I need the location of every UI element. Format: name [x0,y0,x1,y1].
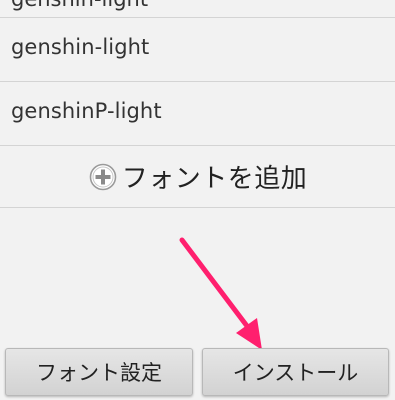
font-list-item-genshinp-light[interactable]: genshinP-light [0,82,395,146]
font-list-item-label: genshinP-light [11,99,162,123]
font-list-item-genshin-light[interactable]: genshin-light [0,18,395,82]
plus-circle-icon [88,162,118,192]
font-list-item-partial[interactable]: genshin-light [0,0,395,18]
font-list-item-label: genshin-light [11,35,150,59]
add-font-button[interactable]: フォントを追加 [0,146,395,208]
install-button[interactable]: インストール [202,348,389,396]
font-list-item-label: genshin-light [11,0,148,11]
add-font-label: フォントを追加 [121,164,308,194]
bottom-button-bar: フォント設定 インストール [0,344,395,400]
font-settings-button[interactable]: フォント設定 [5,348,193,396]
